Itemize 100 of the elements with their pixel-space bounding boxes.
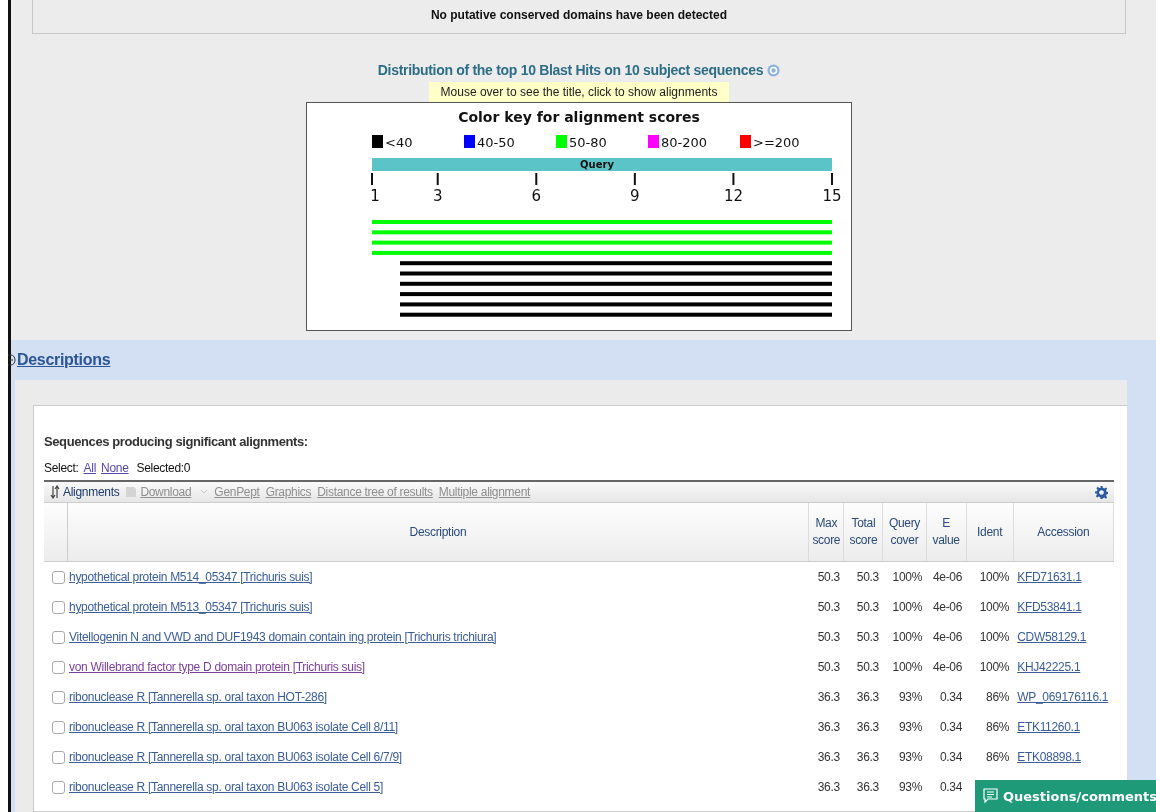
table-cell: 0.34 — [939, 720, 963, 734]
feedback-button[interactable]: Questions/comments — [975, 780, 1156, 812]
table-cell: 50.3 — [817, 570, 840, 584]
table-cell: 50.3 — [856, 630, 879, 644]
table-cell: 36.3 — [817, 720, 840, 734]
table-cell: 50.3 — [817, 600, 840, 614]
column-header[interactable]: Max score — [808, 503, 844, 562]
settings-icon[interactable] — [1095, 485, 1108, 499]
table-cell: 36.3 — [856, 690, 879, 704]
select-label: Select: — [44, 461, 79, 475]
row-checkbox[interactable] — [52, 661, 65, 675]
table-cell: 36.3 — [817, 750, 840, 764]
select-link[interactable]: None — [101, 461, 129, 475]
table-cell: 100% — [892, 630, 922, 644]
hit-bar[interactable] — [400, 302, 832, 307]
row-checkbox[interactable] — [52, 631, 65, 645]
table-cell: 0.34 — [939, 780, 963, 794]
description-link[interactable]: ribonuclease R [Tannerella sp. oral taxon BU063 isolate Cell 8/11] — [69, 720, 398, 734]
section-heading: Sequences producing significant alignments: — [44, 434, 309, 449]
legend-label: <40 — [385, 135, 413, 150]
table-cell: 100% — [892, 570, 922, 584]
table-cell: 100% — [892, 600, 922, 614]
table-cell: 50.3 — [817, 660, 840, 674]
column-header[interactable]: Description — [67, 503, 809, 562]
table-cell: 36.3 — [817, 690, 840, 704]
column-header[interactable]: Accession — [1013, 503, 1114, 562]
row-checkbox[interactable] — [52, 601, 65, 615]
table-cell: 100% — [979, 600, 1010, 614]
tick-mark — [633, 173, 636, 185]
description-link[interactable]: ribonuclease R [Tannerella sp. oral taxon BU063 isolate Cell 5] — [69, 780, 383, 794]
table-cell: 100% — [979, 570, 1010, 584]
hit-bar[interactable] — [400, 312, 832, 317]
legend-label: 50-80 — [569, 135, 607, 150]
toolbar-button[interactable]: Alignments — [50, 485, 120, 499]
tick-label: 12 — [723, 187, 743, 205]
tick-label: 6 — [531, 187, 542, 205]
hint-banner: Mouse over to see the title, click to show alignments — [428, 82, 730, 102]
description-link[interactable]: ribonuclease R [Tannerella sp. oral taxon HOT-286] — [69, 690, 327, 704]
tick-label: 9 — [630, 187, 640, 205]
tick-mark — [371, 173, 373, 185]
caret-icon — [200, 489, 209, 495]
table-cell: 93% — [898, 720, 922, 734]
row-checkbox[interactable] — [52, 691, 65, 705]
comment-icon — [983, 788, 998, 804]
accession-link[interactable]: ETK08898.1 — [1017, 750, 1081, 764]
description-link[interactable]: von Willebrand factor type D domain protein [Trichuris suis] — [69, 660, 365, 674]
query-label: Query — [580, 159, 614, 170]
hit-bar[interactable] — [400, 292, 832, 297]
column-header[interactable]: E value — [926, 503, 967, 562]
accession-link[interactable]: WP_069176116.1 — [1017, 690, 1109, 704]
table-cell: 93% — [898, 780, 922, 794]
table-cell: 0.34 — [939, 750, 963, 764]
table-cell: 4e-06 — [932, 600, 963, 614]
legend-label: 80-200 — [661, 135, 708, 150]
legend-label: >=200 — [753, 135, 800, 150]
row-checkbox[interactable] — [52, 571, 65, 585]
tick-mark — [732, 173, 735, 185]
description-link[interactable]: ribonuclease R [Tannerella sp. oral taxon BU063 isolate Cell 6/7/9] — [69, 750, 402, 764]
table-cell: 86% — [986, 690, 1010, 704]
column-header[interactable]: Total score — [843, 503, 883, 562]
table-cell: 4e-06 — [932, 570, 963, 584]
tick-mark — [831, 173, 833, 185]
row-checkbox[interactable] — [52, 751, 65, 765]
tick-label: 1 — [370, 187, 380, 205]
accession-link[interactable]: KHJ42225.1 — [1017, 660, 1081, 674]
notice-text: No putative conserved domains have been detected — [430, 8, 728, 22]
description-link[interactable]: Vitellogenin N and VWD and DUF1943 domain contain ing protein [Trichuris trichiura] — [69, 630, 497, 644]
hit-bar[interactable] — [400, 261, 832, 266]
accession-link[interactable]: KFD53841.1 — [1017, 600, 1082, 614]
accession-link[interactable]: KFD71631.1 — [1017, 570, 1082, 584]
table-cell: 36.3 — [856, 720, 879, 734]
column-header[interactable]: Query cover — [882, 503, 926, 562]
collapse-icon[interactable] — [8, 354, 16, 366]
hit-bar[interactable] — [400, 281, 832, 286]
table-cell: 100% — [979, 630, 1010, 644]
description-link[interactable]: hypothetical protein M513_05347 [Trichuris suis] — [69, 600, 313, 614]
table-cell: 50.3 — [856, 570, 879, 584]
table-cell: 50.3 — [856, 600, 879, 614]
table-cell: 0.34 — [939, 690, 963, 704]
row-checkbox[interactable] — [52, 721, 65, 735]
legend-label: 40-50 — [477, 135, 515, 150]
graphic-title: Distribution of the top 10 Blast Hits on 10 subject sequences — [377, 62, 764, 78]
accession-link[interactable]: CDW58129.1 — [1017, 630, 1087, 644]
save-icon — [125, 486, 138, 498]
table-cell: 86% — [986, 720, 1010, 734]
table-cell: 50.3 — [856, 660, 879, 674]
table-cell: 100% — [892, 660, 922, 674]
table-cell: 4e-06 — [932, 630, 963, 644]
description-link[interactable]: hypothetical protein M514_05347 [Trichuris suis] — [69, 570, 313, 584]
column-header[interactable]: Ident — [966, 503, 1014, 562]
tick-label: 15 — [822, 187, 842, 205]
accession-link[interactable]: ETK11260.1 — [1017, 720, 1081, 734]
table-cell: 50.3 — [817, 630, 840, 644]
section-link[interactable]: Descriptions — [17, 351, 111, 369]
select-link[interactable]: All — [83, 461, 97, 475]
help-icon[interactable] — [767, 63, 781, 77]
table-cell: 4e-06 — [932, 660, 963, 674]
row-checkbox[interactable] — [52, 781, 65, 795]
table-cell: 93% — [898, 690, 922, 704]
table-cell: 36.3 — [856, 750, 879, 764]
